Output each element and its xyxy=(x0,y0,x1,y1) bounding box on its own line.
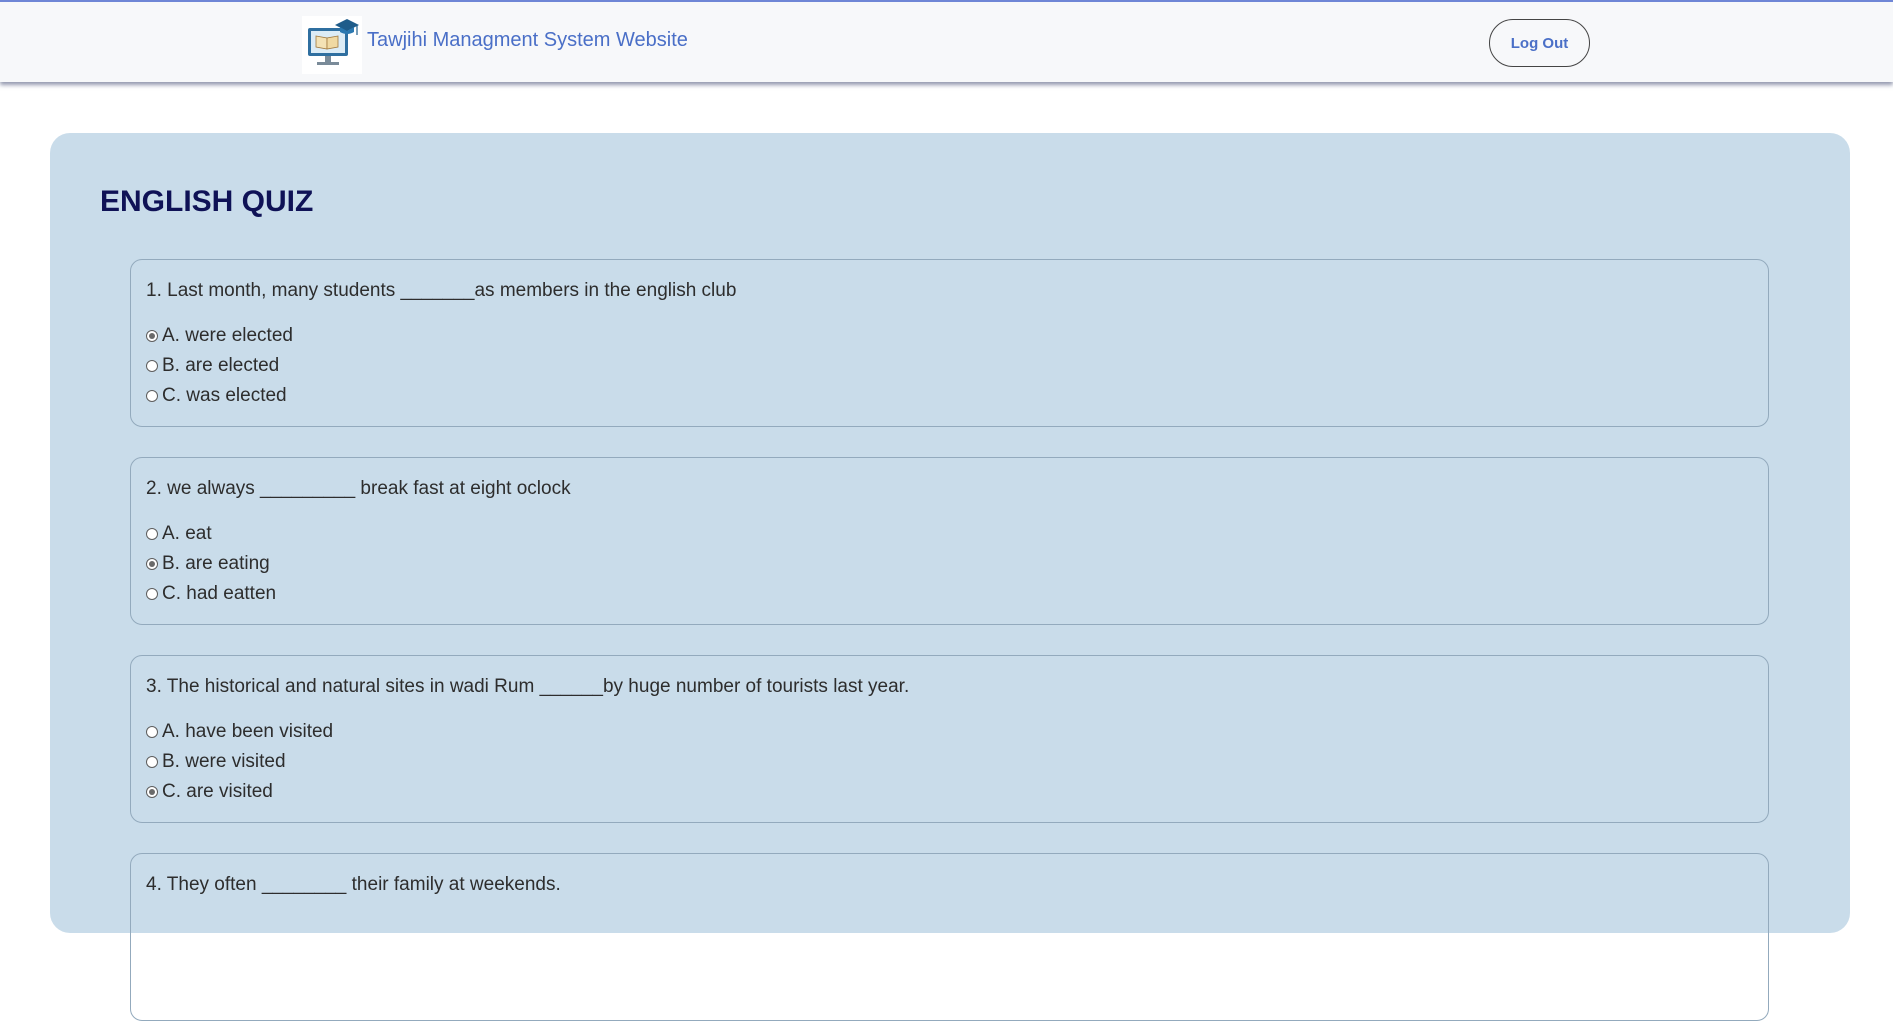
radio-button[interactable] xyxy=(146,390,158,402)
question-text: 2. we always _________ break fast at eig… xyxy=(146,478,571,499)
radio-button[interactable] xyxy=(146,558,158,570)
answer-option[interactable]: C. are visited xyxy=(146,779,273,805)
monitor-book-icon xyxy=(308,19,359,65)
site-title[interactable]: Tawjihi Managment System Website xyxy=(367,29,688,52)
option-label: B. are eating xyxy=(162,553,270,574)
answer-option[interactable]: A. have been visited xyxy=(146,719,333,745)
question-card: 3. The historical and natural sites in w… xyxy=(130,655,1769,823)
radio-button[interactable] xyxy=(146,360,158,372)
question-card: 2. we always _________ break fast at eig… xyxy=(130,457,1769,625)
app-logo[interactable] xyxy=(302,16,362,74)
answer-option[interactable]: C. was elected xyxy=(146,383,287,409)
answer-option[interactable]: C. had eatten xyxy=(146,581,276,607)
answer-option[interactable]: B. were visited xyxy=(146,749,286,775)
logout-button[interactable]: Log Out xyxy=(1489,19,1590,67)
quiz-title: ENGLISH QUIZ xyxy=(100,185,314,218)
question-card: 1. Last month, many students _______as m… xyxy=(130,259,1769,427)
quiz-panel: ENGLISH QUIZ 1. Last month, many student… xyxy=(50,133,1850,1021)
answer-option[interactable]: B. are elected xyxy=(146,353,279,379)
radio-button[interactable] xyxy=(146,726,158,738)
radio-button[interactable] xyxy=(146,756,158,768)
radio-button[interactable] xyxy=(146,786,158,798)
answer-option[interactable]: A. were elected xyxy=(146,323,293,349)
radio-button[interactable] xyxy=(146,330,158,342)
option-label: C. was elected xyxy=(162,385,287,406)
radio-button[interactable] xyxy=(146,588,158,600)
navbar: Tawjihi Managment System Website Log Out xyxy=(0,0,1893,82)
option-label: C. are visited xyxy=(162,781,273,802)
option-label: B. are elected xyxy=(162,355,280,376)
answer-option[interactable]: B. are eating xyxy=(146,551,270,577)
option-label: A. eat xyxy=(162,523,212,544)
question-text: 1. Last month, many students _______as m… xyxy=(146,280,737,301)
option-label: B. were visited xyxy=(162,751,286,772)
option-label: C. had eatten xyxy=(162,583,277,604)
option-label: A. have been visited xyxy=(162,721,334,742)
question-text: 3. The historical and natural sites in w… xyxy=(146,676,910,697)
option-label: A. were elected xyxy=(162,325,293,346)
question-card: 4. They often ________ their family at w… xyxy=(130,853,1769,1021)
radio-button[interactable] xyxy=(146,528,158,540)
answer-option[interactable]: A. eat xyxy=(146,521,212,547)
